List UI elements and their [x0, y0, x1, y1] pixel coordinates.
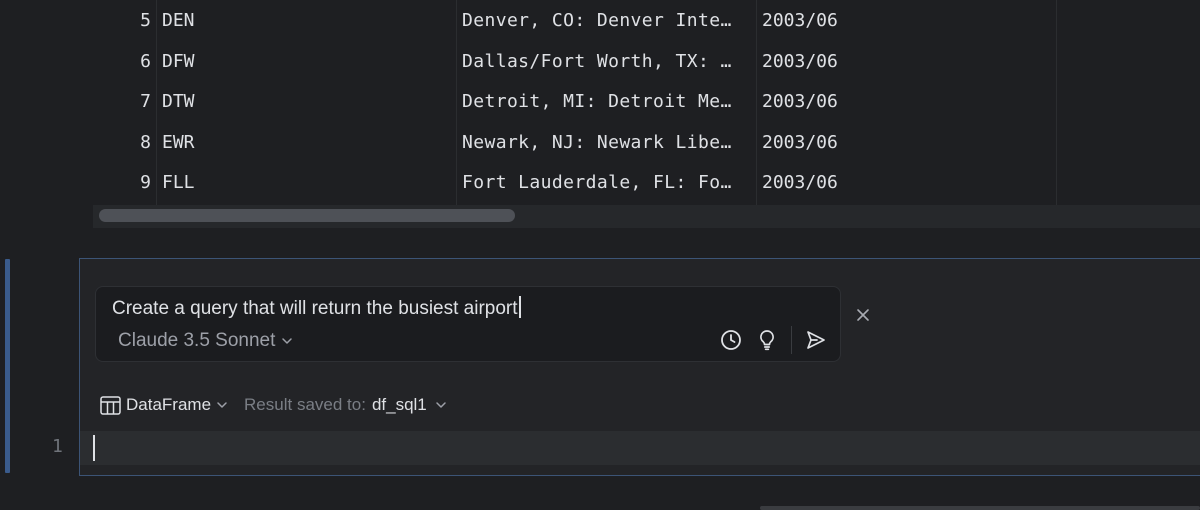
airport-name-cell: Dallas/Fort Worth, TX: … — [462, 50, 732, 72]
result-table: 5 DEN Denver, CO: Denver Inte… 2003/06 6… — [93, 0, 1200, 228]
table-rows: 5 DEN Denver, CO: Denver Inte… 2003/06 6… — [93, 0, 1200, 203]
airport-name-cell: Newark, NJ: Newark Libe… — [462, 131, 732, 153]
clock-icon[interactable] — [719, 328, 743, 352]
airport-code-cell: DFW — [162, 50, 195, 72]
ai-prompt-box[interactable]: Create a query that will return the busi… — [95, 286, 841, 362]
active-cell-marker — [5, 259, 10, 473]
row-index: 7 — [140, 91, 151, 113]
close-icon[interactable] — [855, 307, 871, 323]
prompt-text: Create a query that will return the busi… — [112, 298, 518, 319]
column-divider[interactable] — [456, 0, 457, 205]
row-index: 8 — [140, 131, 151, 153]
result-options-bar: DataFrame Result saved to: df_sql1 — [100, 395, 447, 415]
chevron-down-icon — [217, 402, 227, 408]
line-number: 1 — [52, 436, 63, 457]
date-cell: 2003/06 — [762, 91, 838, 113]
airport-code-cell: EWR — [162, 131, 195, 153]
airport-name-cell: Detroit, MI: Detroit Me… — [462, 91, 732, 113]
code-editor-line[interactable] — [80, 431, 1200, 465]
notebook-view: 5 DEN Denver, CO: Denver Inte… 2003/06 6… — [0, 0, 1200, 510]
row-index: 6 — [140, 50, 151, 72]
prompt-actions — [719, 326, 828, 354]
table-grid-icon — [100, 395, 121, 415]
result-variable-selector[interactable]: df_sql1 — [372, 395, 447, 415]
toolbar-separator — [791, 326, 792, 354]
lightbulb-icon[interactable] — [755, 328, 779, 352]
airport-code-cell: DEN — [162, 10, 195, 31]
column-divider[interactable] — [756, 0, 757, 205]
prompt-input[interactable]: Create a query that will return the busi… — [112, 296, 521, 320]
output-type-label: DataFrame — [126, 395, 212, 414]
date-cell: 2003/06 — [762, 10, 838, 31]
date-cell: 2003/06 — [762, 50, 838, 72]
table-row[interactable]: 7 DTW Detroit, MI: Detroit Me… 2003/06 — [93, 81, 1200, 122]
output-type-selector[interactable]: DataFrame — [100, 395, 228, 415]
model-name: Claude 3.5 Sonnet — [118, 330, 276, 351]
airport-code-cell: FLL — [162, 172, 195, 194]
text-caret — [518, 296, 521, 318]
chevron-down-icon — [436, 402, 446, 408]
date-cell: 2003/06 — [762, 131, 838, 153]
table-row[interactable]: 8 EWR Newark, NJ: Newark Libe… 2003/06 — [93, 122, 1200, 163]
bottom-scroll-indicator — [760, 506, 1200, 510]
date-cell: 2003/06 — [762, 172, 838, 194]
chevron-down-icon — [282, 338, 293, 344]
scrollbar-thumb[interactable] — [99, 209, 515, 222]
airport-name-cell: Fort Lauderdale, FL: Fo… — [462, 172, 732, 194]
column-divider[interactable] — [1056, 0, 1057, 205]
send-icon[interactable] — [804, 328, 828, 352]
airport-code-cell: DTW — [162, 91, 195, 113]
table-row[interactable]: 5 DEN Denver, CO: Denver Inte… 2003/06 — [93, 0, 1200, 41]
model-selector[interactable]: Claude 3.5 Sonnet — [118, 330, 293, 352]
airport-name-cell: Denver, CO: Denver Inte… — [462, 10, 732, 31]
column-divider[interactable] — [156, 0, 157, 205]
horizontal-scrollbar[interactable] — [93, 205, 1200, 228]
row-index: 5 — [140, 10, 151, 31]
table-row[interactable]: 6 DFW Dallas/Fort Worth, TX: … 2003/06 — [93, 41, 1200, 82]
table-row[interactable]: 9 FLL Fort Lauderdale, FL: Fo… 2003/06 — [93, 162, 1200, 203]
result-saved-label: Result saved to: — [244, 395, 366, 414]
editor-caret — [93, 435, 95, 461]
row-index: 9 — [140, 172, 151, 194]
ai-query-cell: Create a query that will return the busi… — [79, 258, 1200, 476]
result-variable-name: df_sql1 — [371, 395, 427, 414]
